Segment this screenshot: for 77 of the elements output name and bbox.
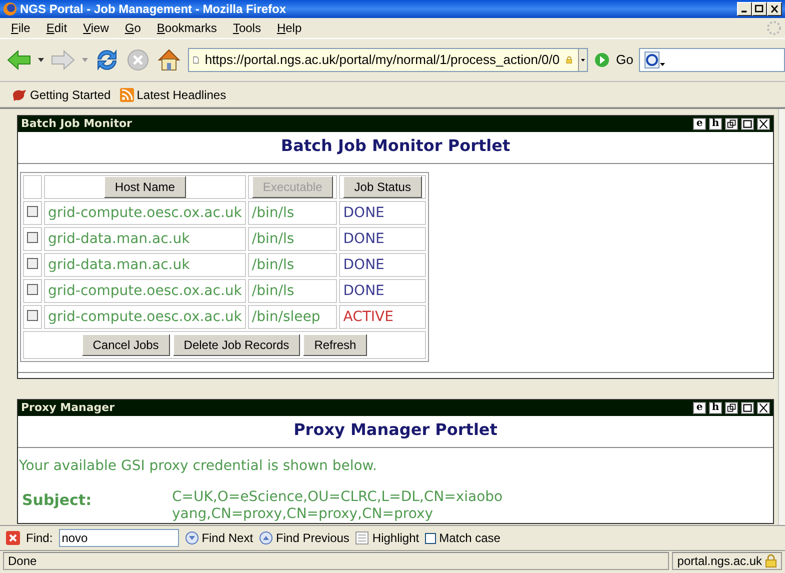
status-host: portal.ngs.ac.uk <box>677 552 762 570</box>
rss-icon <box>120 88 134 102</box>
portlet-mode-button[interactable]: h <box>709 118 722 130</box>
firefox-icon <box>3 2 17 16</box>
column-sort-button[interactable]: Job Status <box>343 176 422 198</box>
close-button[interactable] <box>757 402 770 414</box>
caret-icon[interactable] <box>38 58 44 62</box>
address-field[interactable]: https://portal.ngs.ac.uk/portal/my/normal/1/process_action/0/0 <box>188 48 588 72</box>
back-icon[interactable] <box>6 48 32 72</box>
status-cell: DONE <box>339 227 426 251</box>
go-button[interactable]: Go <box>616 50 634 70</box>
table-cell: grid-data.man.ac.uk <box>44 227 246 251</box>
table-cell: grid-data.man.ac.uk <box>44 253 246 277</box>
lock-icon <box>765 554 777 568</box>
bookmark-icon <box>12 88 27 102</box>
table-cell: /bin/ls <box>248 201 338 225</box>
restore-button[interactable] <box>725 118 738 130</box>
highlight-icon <box>355 531 370 545</box>
search-field[interactable] <box>639 48 785 72</box>
intro-text: Your available GSI proxy credential is shown below. <box>19 458 377 474</box>
match-case-checkbox[interactable]: Match case <box>425 529 500 547</box>
maximize-button[interactable] <box>741 402 754 414</box>
table-cell: /bin/ls <box>248 253 338 277</box>
search-engine-icon[interactable] <box>644 51 666 69</box>
status-cell: DONE <box>339 253 426 277</box>
table-cell: /bin/ls <box>248 227 338 251</box>
menu-item[interactable]: File <box>3 18 38 38</box>
find-previous-button[interactable]: Find Previous <box>259 529 350 547</box>
action-button[interactable]: Refresh <box>303 334 368 356</box>
checkbox[interactable] <box>27 206 38 216</box>
portlet-mode-button[interactable]: e <box>693 402 706 414</box>
window-title: NGS Portal - Job Management - Mozilla Firefox <box>20 1 286 18</box>
checkbox[interactable] <box>27 284 38 294</box>
menu-item[interactable]: Edit <box>38 18 76 38</box>
portlet-mode-button[interactable]: h <box>709 402 722 414</box>
home-icon[interactable] <box>156 47 182 73</box>
throbber-icon <box>766 20 782 36</box>
status-cell: ACTIVE <box>339 305 426 329</box>
status-text: Done <box>3 552 670 570</box>
highlight-button[interactable]: Highlight <box>355 529 420 547</box>
menu-item[interactable]: Tools <box>224 18 269 38</box>
scrollbar[interactable] <box>778 109 785 525</box>
checkbox[interactable] <box>27 258 38 268</box>
menu-item[interactable]: Bookmarks <box>148 18 225 38</box>
go-icon[interactable] <box>594 52 610 68</box>
bookmark-link[interactable]: Latest Headlines <box>136 86 226 104</box>
find-field[interactable]: novo <box>58 529 179 547</box>
maximize-button[interactable] <box>741 118 754 130</box>
portlet-header: Batch Job Monitor <box>21 116 132 132</box>
portlet-title: Proxy Manager Portlet <box>294 420 498 439</box>
find-label: Find: <box>26 530 53 547</box>
table-cell: grid-compute.oesc.ox.ac.uk <box>44 201 246 225</box>
portlet-mode-button[interactable]: e <box>693 118 706 130</box>
minimize-button[interactable] <box>737 2 752 16</box>
checkbox[interactable] <box>27 232 38 242</box>
status-cell: DONE <box>339 201 426 225</box>
table-cell: /bin/sleep <box>248 305 338 329</box>
subject-value: C=UK,O=eScience,OU=CLRC,L=DL,CN=xiaobo yang,CN=proxy,CN=proxy,CN=proxy <box>172 489 504 523</box>
action-button[interactable]: Delete Job Records <box>172 334 300 356</box>
dropdown-button[interactable] <box>578 49 587 71</box>
table-cell: grid-compute.oesc.ox.ac.uk <box>44 305 246 329</box>
table-cell: grid-compute.oesc.ox.ac.uk <box>44 279 246 303</box>
status-cell: DONE <box>339 279 426 303</box>
field-label: Subject: <box>22 490 93 511</box>
portlet-header: Proxy Manager <box>21 400 115 416</box>
menu-item[interactable]: View <box>75 18 117 38</box>
table-cell: /bin/ls <box>248 279 338 303</box>
checkbox[interactable] <box>27 310 38 320</box>
column-sort-button[interactable]: Host Name <box>104 176 186 198</box>
menu-item[interactable]: Help <box>268 18 310 38</box>
menu-item[interactable]: Go <box>116 18 149 38</box>
portlet-title: Batch Job Monitor Portlet <box>280 136 510 155</box>
find-next-button[interactable]: Find Next <box>184 529 254 547</box>
restore-button[interactable] <box>725 402 738 414</box>
action-button[interactable]: Cancel Jobs <box>82 334 170 356</box>
bookmark-link[interactable]: Getting Started <box>30 86 111 104</box>
close-button[interactable] <box>757 118 770 130</box>
